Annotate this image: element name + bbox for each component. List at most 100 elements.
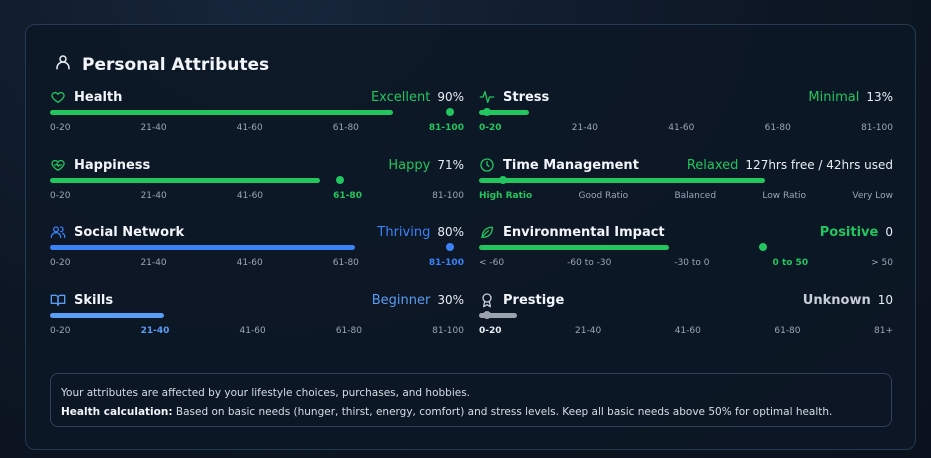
tick-label: 61-80 [335, 326, 362, 336]
tick-label: > 50 [871, 258, 893, 268]
heart-icon [50, 89, 66, 105]
attribute-ticks: High Ratio Good Ratio Balanced Low Ratio Ver… [479, 191, 893, 201]
tick-label: 81+ [874, 326, 893, 336]
attribute-status: Relaxed [686, 157, 739, 173]
attribute-name: Happiness [74, 157, 151, 173]
attribute-level-marker [483, 311, 491, 319]
tick-label: 61-80 [333, 191, 362, 201]
tick-label: 81-100 [432, 326, 464, 336]
attribute-ticks: 0-20 21-40 41-60 61-80 81-100 [50, 326, 464, 336]
tick-label: High Ratio [479, 191, 533, 201]
activity-icon [479, 89, 495, 105]
tick-label: 41-60 [674, 326, 701, 336]
card-title-text: Personal Attributes [82, 54, 270, 75]
tick-label: 21-40 [140, 258, 167, 268]
info-line-2-text: Based on basic needs (hunger, thirst, en… [172, 406, 833, 418]
tick-label: 61-80 [764, 123, 791, 133]
attribute-level-marker [446, 243, 454, 251]
tick-label: 21-40 [140, 191, 167, 201]
tick-label: 41-60 [236, 191, 264, 201]
attribute-bar [50, 311, 464, 321]
tick-label: 0-20 [50, 326, 71, 336]
attribute-ticks: 0-20 21-40 41-60 61-80 81-100 [50, 123, 464, 133]
attribute-bar-fill [50, 245, 355, 250]
tick-label: Low Ratio [762, 191, 807, 201]
tick-label: -60 to -30 [567, 258, 612, 268]
attribute-level-marker [483, 108, 491, 116]
attribute-name: Stress [503, 89, 550, 105]
attribute-bar [50, 108, 464, 118]
attribute-level-marker [759, 243, 767, 251]
attribute-status: Minimal [808, 89, 860, 105]
clock-icon [479, 157, 495, 173]
tick-label: 0-20 [50, 123, 71, 133]
attribute-bar [479, 311, 893, 321]
tick-label: 21-40 [140, 123, 167, 133]
attribute-bar-fill [479, 178, 765, 183]
attribute-status: Unknown [802, 292, 871, 308]
heart-pulse-icon [50, 157, 66, 173]
attribute-bar-fill [479, 245, 669, 250]
attribute-level-marker [446, 108, 454, 116]
attribute-skills: Skills Beginner 30% 0-20 21-40 41-60 61-80 8… [50, 291, 464, 347]
attribute-prestige: Prestige Unknown 10 0-20 21-40 41-60 61-80 8… [479, 291, 893, 347]
attribute-value: 80% [437, 224, 464, 239]
user-icon [54, 53, 72, 76]
attribute-status: Happy [388, 157, 431, 173]
tick-label: 0-20 [50, 191, 71, 201]
attribute-name: Environmental Impact [503, 224, 665, 240]
tick-label: 0-20 [479, 123, 502, 133]
tick-label: 81-100 [428, 258, 464, 268]
book-icon [50, 292, 66, 308]
tick-label: 0-20 [479, 326, 502, 336]
info-box: Your attributes are affected by your lif… [50, 373, 892, 427]
attribute-bar [479, 176, 893, 186]
attribute-name: Skills [74, 292, 114, 308]
attribute-bar [50, 176, 464, 186]
attribute-name: Social Network [74, 224, 185, 240]
attribute-stress: Stress Minimal 13% 0-20 21-40 41-60 61-80 81… [479, 88, 893, 144]
attribute-level-marker [499, 176, 507, 184]
tick-label: 0 to 50 [772, 258, 809, 268]
tick-label: 21-40 [571, 123, 598, 133]
attribute-bar [479, 243, 893, 253]
tick-label: 41-60 [236, 123, 263, 133]
attribute-time-management: Time Management Relaxed 127hrs free / 42… [479, 156, 893, 212]
card-title: Personal Attributes [54, 53, 269, 76]
leaf-icon [479, 224, 495, 240]
attribute-bar [479, 108, 893, 118]
attribute-value: 71% [437, 157, 464, 172]
tick-label: 21-40 [575, 326, 602, 336]
users-icon [50, 224, 66, 240]
tick-label: 21-40 [140, 326, 170, 336]
attribute-social-network: Social Network Thriving 80% 0-20 21-40 41-… [50, 223, 464, 279]
tick-label: 81-100 [432, 191, 464, 201]
attribute-value: 90% [437, 89, 464, 104]
award-icon [479, 292, 495, 308]
attribute-bar-fill [50, 110, 393, 115]
attribute-status: Positive [819, 224, 879, 240]
attribute-value: 127hrs free / 42hrs used [745, 157, 893, 172]
tick-label: 41-60 [236, 258, 263, 268]
tick-label: Very Low [852, 191, 893, 201]
attribute-ticks: < -60 -60 to -30 -30 to 0 0 to 50 > 50 [479, 258, 893, 268]
attribute-health: Health Excellent 90% 0-20 21-40 41-60 61-80… [50, 88, 464, 144]
tick-label: 81-100 [861, 123, 893, 133]
info-line-2-label: Health calculation: [61, 406, 173, 418]
attribute-value: 30% [437, 292, 464, 307]
attribute-bar-fill [50, 178, 320, 183]
tick-label: Good Ratio [578, 191, 629, 201]
attribute-value: 10 [877, 292, 893, 307]
attribute-bar-fill [50, 313, 164, 318]
tick-label: 61-80 [332, 258, 359, 268]
tick-label: 61-80 [332, 123, 359, 133]
attribute-ticks: 0-20 21-40 41-60 61-80 81-100 [50, 191, 464, 201]
attribute-status: Beginner [371, 292, 431, 308]
attribute-ticks: 0-20 21-40 41-60 61-80 81+ [479, 326, 893, 336]
attribute-status: Thriving [377, 224, 431, 240]
tick-label: 61-80 [774, 326, 801, 336]
attribute-ticks: 0-20 21-40 41-60 61-80 81-100 [50, 258, 464, 268]
attribute-level-marker [335, 176, 344, 184]
attribute-environmental-impact: Environmental Impact Positive 0 < -60 -60… [479, 223, 893, 279]
tick-label: Balanced [674, 191, 717, 201]
